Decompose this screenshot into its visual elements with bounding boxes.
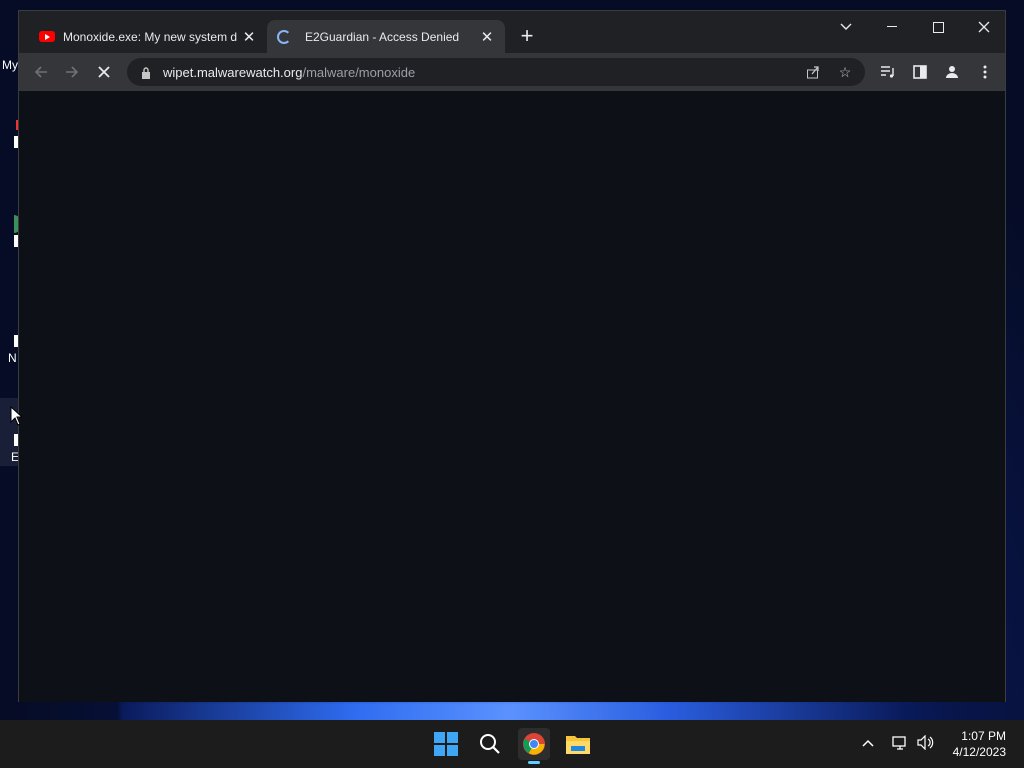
desktop-icon-label: My [2, 58, 18, 72]
volume-icon[interactable] [917, 734, 935, 753]
url-host: wipet.malwarewatch.org [163, 64, 303, 80]
tab-title: E2Guardian - Access Denied [305, 29, 460, 44]
forward-button[interactable] [60, 60, 84, 84]
new-tab-button[interactable]: + [515, 25, 539, 49]
profile-icon[interactable] [940, 60, 964, 84]
start-windows-icon[interactable] [430, 728, 462, 760]
tab-monoxide[interactable]: Monoxide.exe: My new system d ✕ [29, 20, 267, 53]
loading-spinner-icon [277, 29, 291, 44]
clock-date: 4/12/2023 [952, 745, 1006, 759]
stop-loading-button[interactable] [92, 60, 116, 84]
url-path: /malware/monoxide [302, 64, 416, 80]
youtube-icon [39, 31, 55, 42]
close-tab-icon[interactable]: ✕ [479, 29, 495, 46]
show-hidden-icons-chevron[interactable] [862, 734, 874, 750]
minimize-button[interactable] [869, 11, 915, 43]
clock-time: 1:07 PM [961, 729, 1006, 743]
file-explorer-icon[interactable] [562, 728, 594, 760]
browser-window: Monoxide.exe: My new system d ✕ E2Guardi… [18, 10, 1006, 702]
active-indicator [528, 761, 540, 764]
menu-kebab-icon[interactable] [973, 60, 997, 84]
media-control-icon[interactable] [876, 60, 900, 84]
clock[interactable]: 1:07 PM 4/12/2023 [953, 728, 1006, 760]
chrome-taskbar-icon[interactable] [518, 728, 550, 764]
side-panel-icon[interactable] [908, 60, 932, 84]
share-icon[interactable] [803, 62, 823, 82]
tab-search-icon[interactable] [823, 11, 869, 43]
back-button[interactable] [29, 60, 53, 84]
network-icon[interactable] [892, 735, 908, 753]
mouse-cursor-icon [10, 406, 22, 426]
close-window-button[interactable] [961, 11, 1007, 43]
bookmark-star-icon[interactable]: ☆ [835, 62, 855, 82]
address-bar[interactable]: wipet.malwarewatch.org/malware/monoxide … [127, 58, 865, 86]
close-tab-icon[interactable]: ✕ [241, 29, 257, 46]
tab-title: Monoxide.exe: My new system d [63, 29, 238, 44]
tab-e2guardian[interactable]: E2Guardian - Access Denied ✕ [267, 20, 505, 53]
lock-icon[interactable] [141, 66, 151, 79]
search-icon[interactable] [474, 728, 506, 760]
browser-toolbar: wipet.malwarewatch.org/malware/monoxide … [19, 53, 1005, 91]
maximize-button[interactable] [915, 11, 961, 43]
page-content-blank[interactable] [19, 91, 1005, 702]
tab-strip: Monoxide.exe: My new system d ✕ E2Guardi… [19, 11, 1005, 53]
taskbar: 1:07 PM 4/12/2023 [0, 720, 1024, 768]
